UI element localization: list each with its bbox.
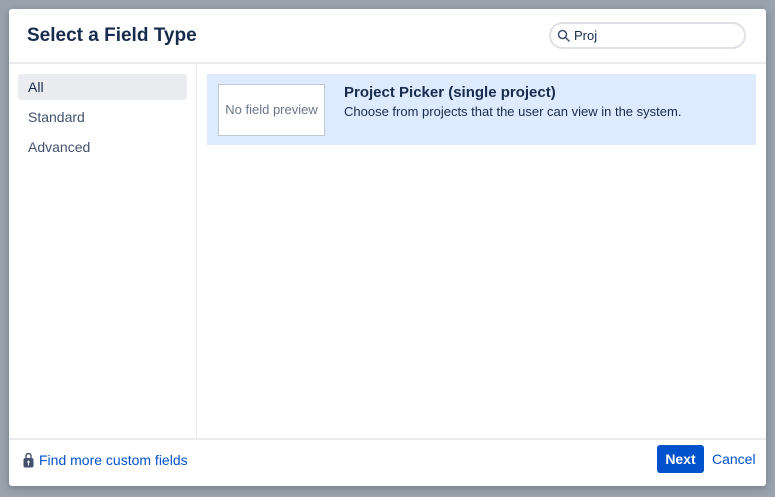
search-box[interactable]	[549, 22, 746, 49]
next-button[interactable]: Next	[657, 445, 704, 473]
search-input[interactable]	[574, 28, 734, 43]
search-icon	[557, 29, 571, 42]
dialog-body: All Standard Advanced No field preview P…	[9, 64, 766, 438]
sidebar-item-advanced[interactable]: Advanced	[18, 134, 187, 160]
field-type-item[interactable]: No field preview Project Picker (single …	[207, 74, 756, 145]
field-type-description: Choose from projects that the user can v…	[344, 104, 682, 119]
category-sidebar: All Standard Advanced	[9, 64, 197, 438]
dialog-title: Select a Field Type	[27, 25, 197, 46]
find-more-custom-fields-link[interactable]: Find more custom fields	[23, 452, 188, 468]
marketplace-bag-icon	[23, 452, 34, 467]
find-more-label: Find more custom fields	[39, 452, 188, 468]
sidebar-item-standard[interactable]: Standard	[18, 104, 187, 130]
dialog-footer: Find more custom fields Next Cancel	[9, 438, 766, 486]
select-field-type-dialog: Select a Field Type All Standard Advance…	[9, 9, 766, 486]
field-type-name: Project Picker (single project)	[344, 84, 556, 101]
field-type-list: No field preview Project Picker (single …	[197, 64, 766, 438]
field-preview: No field preview	[218, 83, 325, 136]
sidebar-item-all[interactable]: All	[18, 74, 187, 100]
cancel-button[interactable]: Cancel	[712, 451, 756, 467]
dialog-header: Select a Field Type	[9, 9, 766, 64]
